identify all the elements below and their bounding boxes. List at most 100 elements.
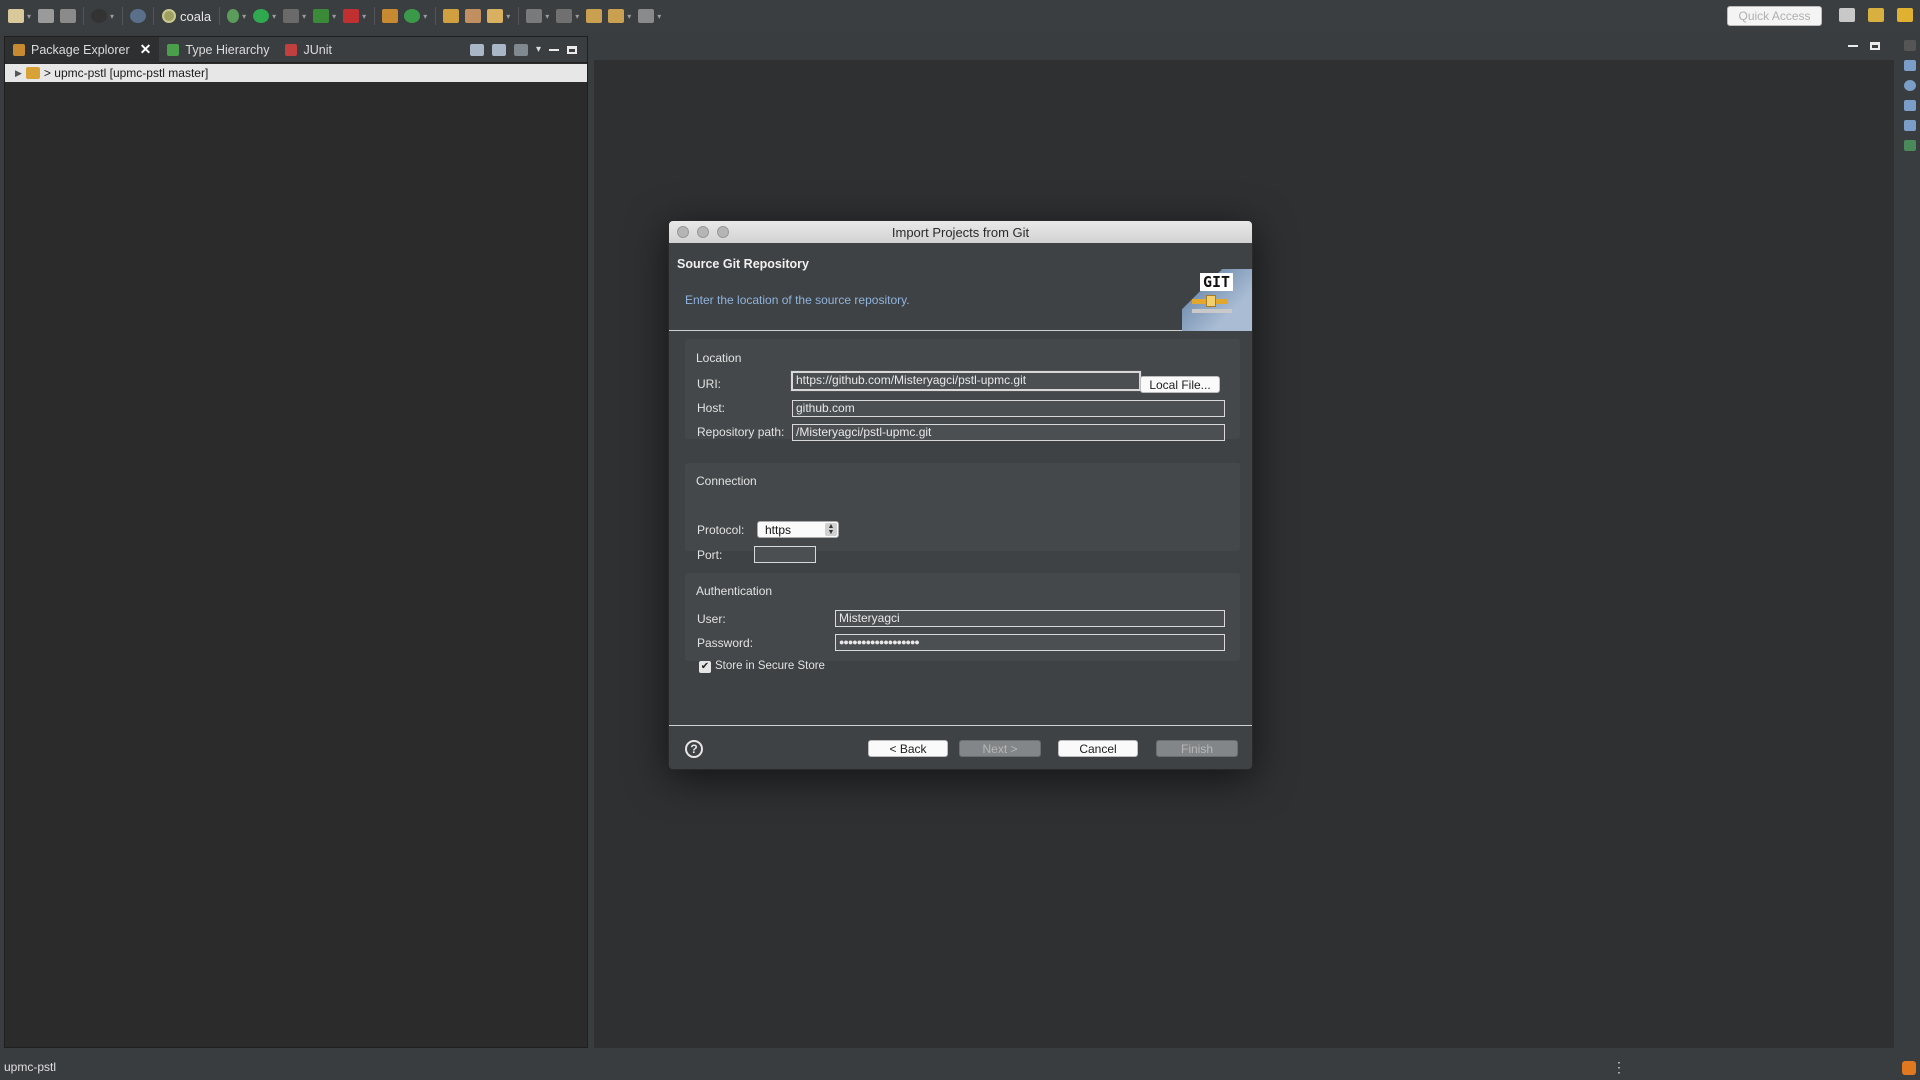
minimize-icon[interactable] [549,48,559,51]
tab-junit[interactable]: JUnit [277,37,339,63]
status-bar-handle-icon[interactable]: ⋮ [1612,1059,1626,1076]
debug-dropdown-icon[interactable]: ▾ [242,12,246,21]
run-icon[interactable] [253,9,270,23]
main-toolbar: ▾ ▾ coala ▾ ▾ ▾ ▾ ▾ ▾ ▾ ▾ ▾ ▾ ▾ [0,0,1920,32]
tab-label: Package Explorer [31,42,130,57]
user-label: User: [697,612,726,626]
package-explorer-pane: Package Explorer ✕ Type Hierarchy JUnit … [4,36,588,1048]
back-dropdown-icon[interactable]: ▾ [627,12,631,21]
coverage-dropdown-icon[interactable]: ▾ [302,12,306,21]
open-perspective-icon[interactable] [1839,8,1855,22]
debug-target-dropdown-icon[interactable]: ▾ [110,12,114,21]
dialog-titlebar: Import Projects from Git [669,221,1252,243]
focus-on-active-task-icon[interactable] [513,43,528,56]
import-projects-dialog: Import Projects from Git Source Git Repo… [668,220,1253,770]
external-tools-dropdown-icon[interactable]: ▾ [332,12,336,21]
toolbar-separator [219,7,221,25]
open-task-icon[interactable] [465,9,482,23]
password-label: Password: [697,636,754,650]
password-input[interactable]: ●●●●●●●●●●●●●●●●●● [835,634,1225,651]
run-config-label: coala [180,8,212,24]
git-staging-icon[interactable] [1904,140,1916,151]
task-list-icon[interactable] [1904,60,1916,71]
forward-arrow-icon[interactable] [638,9,655,23]
previous-annotation-icon[interactable] [556,9,573,23]
cancel-button[interactable]: Cancel [1058,740,1138,757]
wizard-description: Enter the location of the source reposit… [685,293,910,307]
back-button[interactable]: < Back [868,740,948,757]
coverage-icon[interactable] [283,9,300,23]
toolbar-separator [435,7,437,25]
skip-breakpoints-icon[interactable] [130,9,147,23]
problems-icon[interactable] [1904,100,1916,111]
new-icon[interactable] [8,9,24,23]
java-perspective-icon[interactable] [1897,8,1913,22]
view-toolbar: ▾ [469,43,587,56]
view-menu-icon[interactable]: ▾ [536,44,541,55]
git-project-icon [25,67,40,79]
last-edit-location-icon[interactable] [586,9,603,23]
console-icon[interactable] [1904,120,1916,131]
java-ee-perspective-icon[interactable] [1868,8,1884,22]
save-icon[interactable] [38,9,55,23]
back-arrow-icon[interactable] [608,9,625,23]
toolbar-separator [518,7,520,25]
local-file-button[interactable]: Local File... [1140,376,1220,393]
new-dropdown-icon[interactable]: ▾ [27,12,31,21]
toolbar-separator [374,7,376,25]
next-button[interactable]: Next > [959,740,1041,757]
host-label: Host: [697,401,726,415]
minimize-icon[interactable] [1848,45,1858,47]
next-annotation-icon[interactable] [526,9,543,23]
new-java-package-icon[interactable] [382,9,399,23]
debug-target-icon[interactable] [91,9,108,23]
finish-button[interactable]: Finish [1156,740,1238,757]
tree-item[interactable]: ▶ > upmc-pstl [upmc-pstl master] [5,64,587,82]
repository-path-input[interactable]: /Misteryagci/pstl-upmc.git [792,424,1225,441]
protocol-select[interactable]: https ▲ ▼ [757,521,839,538]
new-java-class-dropdown-icon[interactable]: ▾ [423,12,427,21]
store-secure-checkbox[interactable]: ✔ [699,661,711,673]
external-tools-icon[interactable] [313,9,330,23]
location-section-label: Location [696,351,742,365]
tab-label: JUnit [303,42,332,57]
outline-icon[interactable] [1904,80,1916,91]
uri-label: URI: [697,377,721,391]
run-last-tool-dropdown-icon[interactable]: ▾ [362,12,366,21]
run-config-selector[interactable]: coala [162,9,211,24]
maximize-icon[interactable] [1870,42,1880,50]
port-label: Port: [697,548,723,562]
tab-type-hierarchy[interactable]: Type Hierarchy [159,37,277,63]
host-input[interactable]: github.com [792,400,1225,417]
rss-icon[interactable] [1902,1061,1916,1075]
next-annotation-dropdown-icon[interactable]: ▾ [545,12,549,21]
save-all-icon[interactable] [60,9,77,23]
help-icon[interactable]: ? [685,740,703,758]
maximize-icon[interactable] [567,45,577,54]
debug-icon[interactable] [227,9,240,23]
user-input[interactable]: Misteryagci [835,610,1225,627]
status-bar: upmc-pstl [0,1054,1920,1080]
uri-input[interactable]: https://github.com/Misteryagci/pstl-upmc… [790,370,1142,392]
status-text: upmc-pstl [4,1060,57,1074]
run-last-tool-icon[interactable] [343,9,360,23]
new-java-class-icon[interactable] [404,9,421,23]
forward-dropdown-icon[interactable]: ▾ [657,12,661,21]
trim-restore-icon[interactable] [1904,40,1916,51]
tab-package-explorer[interactable]: Package Explorer ✕ [5,36,160,63]
wizard-heading: Source Git Repository [677,257,809,271]
quick-access-input[interactable]: Quick Access [1727,6,1822,26]
wizard-banner: Source Git Repository Enter the location… [669,243,1252,331]
search-dropdown-icon[interactable]: ▾ [506,12,510,21]
authentication-section-label: Authentication [696,584,773,598]
search-icon[interactable] [487,9,504,23]
collapse-all-icon[interactable] [469,43,484,56]
open-type-icon[interactable] [443,9,460,23]
link-with-editor-icon[interactable] [491,43,506,56]
close-icon[interactable]: ✕ [140,41,152,58]
expand-arrow-icon[interactable]: ▶ [15,68,22,79]
tree-item-label: > upmc-pstl [upmc-pstl master] [43,66,209,80]
previous-annotation-dropdown-icon[interactable]: ▾ [575,12,579,21]
port-input[interactable] [754,546,816,563]
run-dropdown-icon[interactable]: ▾ [272,12,276,21]
